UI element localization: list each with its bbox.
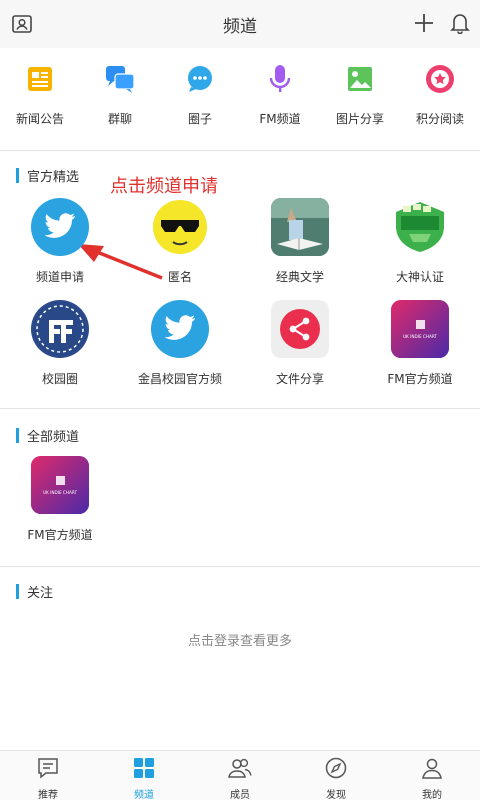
bird-icon: [31, 198, 89, 256]
uk-indie-chart-icon: UK INDIE CHART: [391, 300, 449, 358]
channel-label: FM官方频道: [387, 372, 453, 386]
quick-link-group-chat[interactable]: 群聊: [80, 52, 160, 148]
book-reading-icon: [271, 198, 329, 256]
channel-label: 大神认证: [395, 270, 444, 284]
uk-indie-chart-icon: UK INDIE CHART: [31, 456, 89, 514]
recommend-icon: [37, 757, 59, 783]
channel-fm-official-all[interactable]: UK INDIE CHART FM官方频道: [0, 456, 120, 543]
divider: [0, 408, 480, 409]
quick-link-label: 新闻公告: [15, 112, 64, 126]
channel-jinchang-campus[interactable]: 金昌校园官方频: [120, 300, 240, 387]
tab-members[interactable]: 成员: [192, 751, 288, 800]
tab-recommend[interactable]: 推荐: [0, 751, 96, 800]
channel-label: FM官方频道: [27, 528, 93, 542]
star-badge-icon: [423, 62, 457, 96]
quick-link-news[interactable]: 新闻公告: [0, 52, 80, 148]
plus-icon[interactable]: [414, 13, 434, 37]
quick-link-label: 图片分享: [335, 112, 384, 126]
top-bar: 频道: [0, 0, 480, 48]
channel-label: 经典文学: [275, 270, 324, 284]
tab-channel[interactable]: 频道: [96, 751, 192, 800]
divider: [0, 150, 480, 151]
channel-fm-official[interactable]: UK INDIE CHART FM官方频道: [360, 300, 480, 387]
bottom-tab-bar: 推荐 频道 成员 发现 我的: [0, 750, 480, 800]
channel-label: 校园圈: [41, 372, 78, 386]
channel-grid-icon: [133, 757, 155, 783]
bird-icon: [151, 300, 209, 358]
section-accent-bar: [16, 168, 19, 183]
channel-label: 文件分享: [275, 372, 324, 386]
ff-logo-icon: [31, 300, 89, 358]
tab-label: 推荐: [38, 790, 58, 800]
channel-apply[interactable]: 频道申请: [0, 198, 120, 285]
channel-campus-circle[interactable]: 校园圈: [0, 300, 120, 387]
quick-links: 新闻公告 群聊 圈子 FM频道 图片分享 积分阅读: [0, 52, 480, 148]
microphone-icon: [263, 62, 297, 96]
page-title: 频道: [223, 16, 257, 37]
tab-label: 频道: [134, 790, 154, 800]
section-title-text: 全部频道: [27, 430, 80, 445]
quick-link-label: 积分阅读: [415, 112, 464, 126]
channel-label: 频道申请: [35, 270, 84, 284]
contact-card-icon[interactable]: [12, 14, 32, 38]
section-title-text: 关注: [27, 586, 54, 601]
section-accent-bar: [16, 584, 19, 599]
channel-classic-literature[interactable]: 经典文学: [240, 198, 360, 285]
section-title-official: 官方精选: [16, 166, 79, 185]
bell-icon[interactable]: [450, 12, 470, 38]
quick-link-circle[interactable]: 圈子: [160, 52, 240, 148]
divider: [0, 566, 480, 567]
money-badge-icon: [391, 198, 449, 256]
channel-file-share[interactable]: 文件分享: [240, 300, 360, 387]
quick-link-label: FM频道: [259, 112, 301, 126]
channel-master-verify[interactable]: 大神认证: [360, 198, 480, 285]
circle-chat-icon: [183, 62, 217, 96]
sunglasses-face-icon: [151, 198, 209, 256]
tab-label: 发现: [326, 790, 346, 800]
channel-label: 匿名: [167, 270, 192, 284]
section-title-follow: 关注: [16, 582, 53, 601]
share-icon: [271, 300, 329, 358]
uk-indie-chart-text: UK INDIE CHART: [43, 490, 77, 495]
news-icon: [23, 62, 57, 96]
quick-link-label: 圈子: [187, 112, 212, 126]
compass-icon: [325, 757, 347, 783]
channel-label: 金昌校园官方频: [137, 372, 222, 386]
profile-icon: [421, 757, 443, 783]
login-more-link[interactable]: 点击登录查看更多: [0, 630, 480, 649]
channel-anonymous[interactable]: 匿名: [120, 198, 240, 285]
group-chat-icon: [103, 62, 137, 96]
section-title-all: 全部频道: [16, 426, 79, 445]
tab-label: 我的: [422, 790, 442, 800]
tab-discover[interactable]: 发现: [288, 751, 384, 800]
uk-indie-chart-text: UK INDIE CHART: [403, 334, 437, 339]
section-title-text: 官方精选: [27, 170, 80, 185]
quick-link-points-reading[interactable]: 积分阅读: [400, 52, 480, 148]
section-accent-bar: [16, 428, 19, 443]
tab-profile[interactable]: 我的: [384, 751, 480, 800]
quick-link-fm[interactable]: FM频道: [240, 52, 320, 148]
annotation-text: 点击频道申请: [110, 176, 218, 197]
quick-link-label: 群聊: [107, 112, 132, 126]
tab-label: 成员: [230, 790, 250, 800]
members-icon: [228, 757, 252, 783]
quick-link-image-share[interactable]: 图片分享: [320, 52, 400, 148]
image-icon: [343, 62, 377, 96]
